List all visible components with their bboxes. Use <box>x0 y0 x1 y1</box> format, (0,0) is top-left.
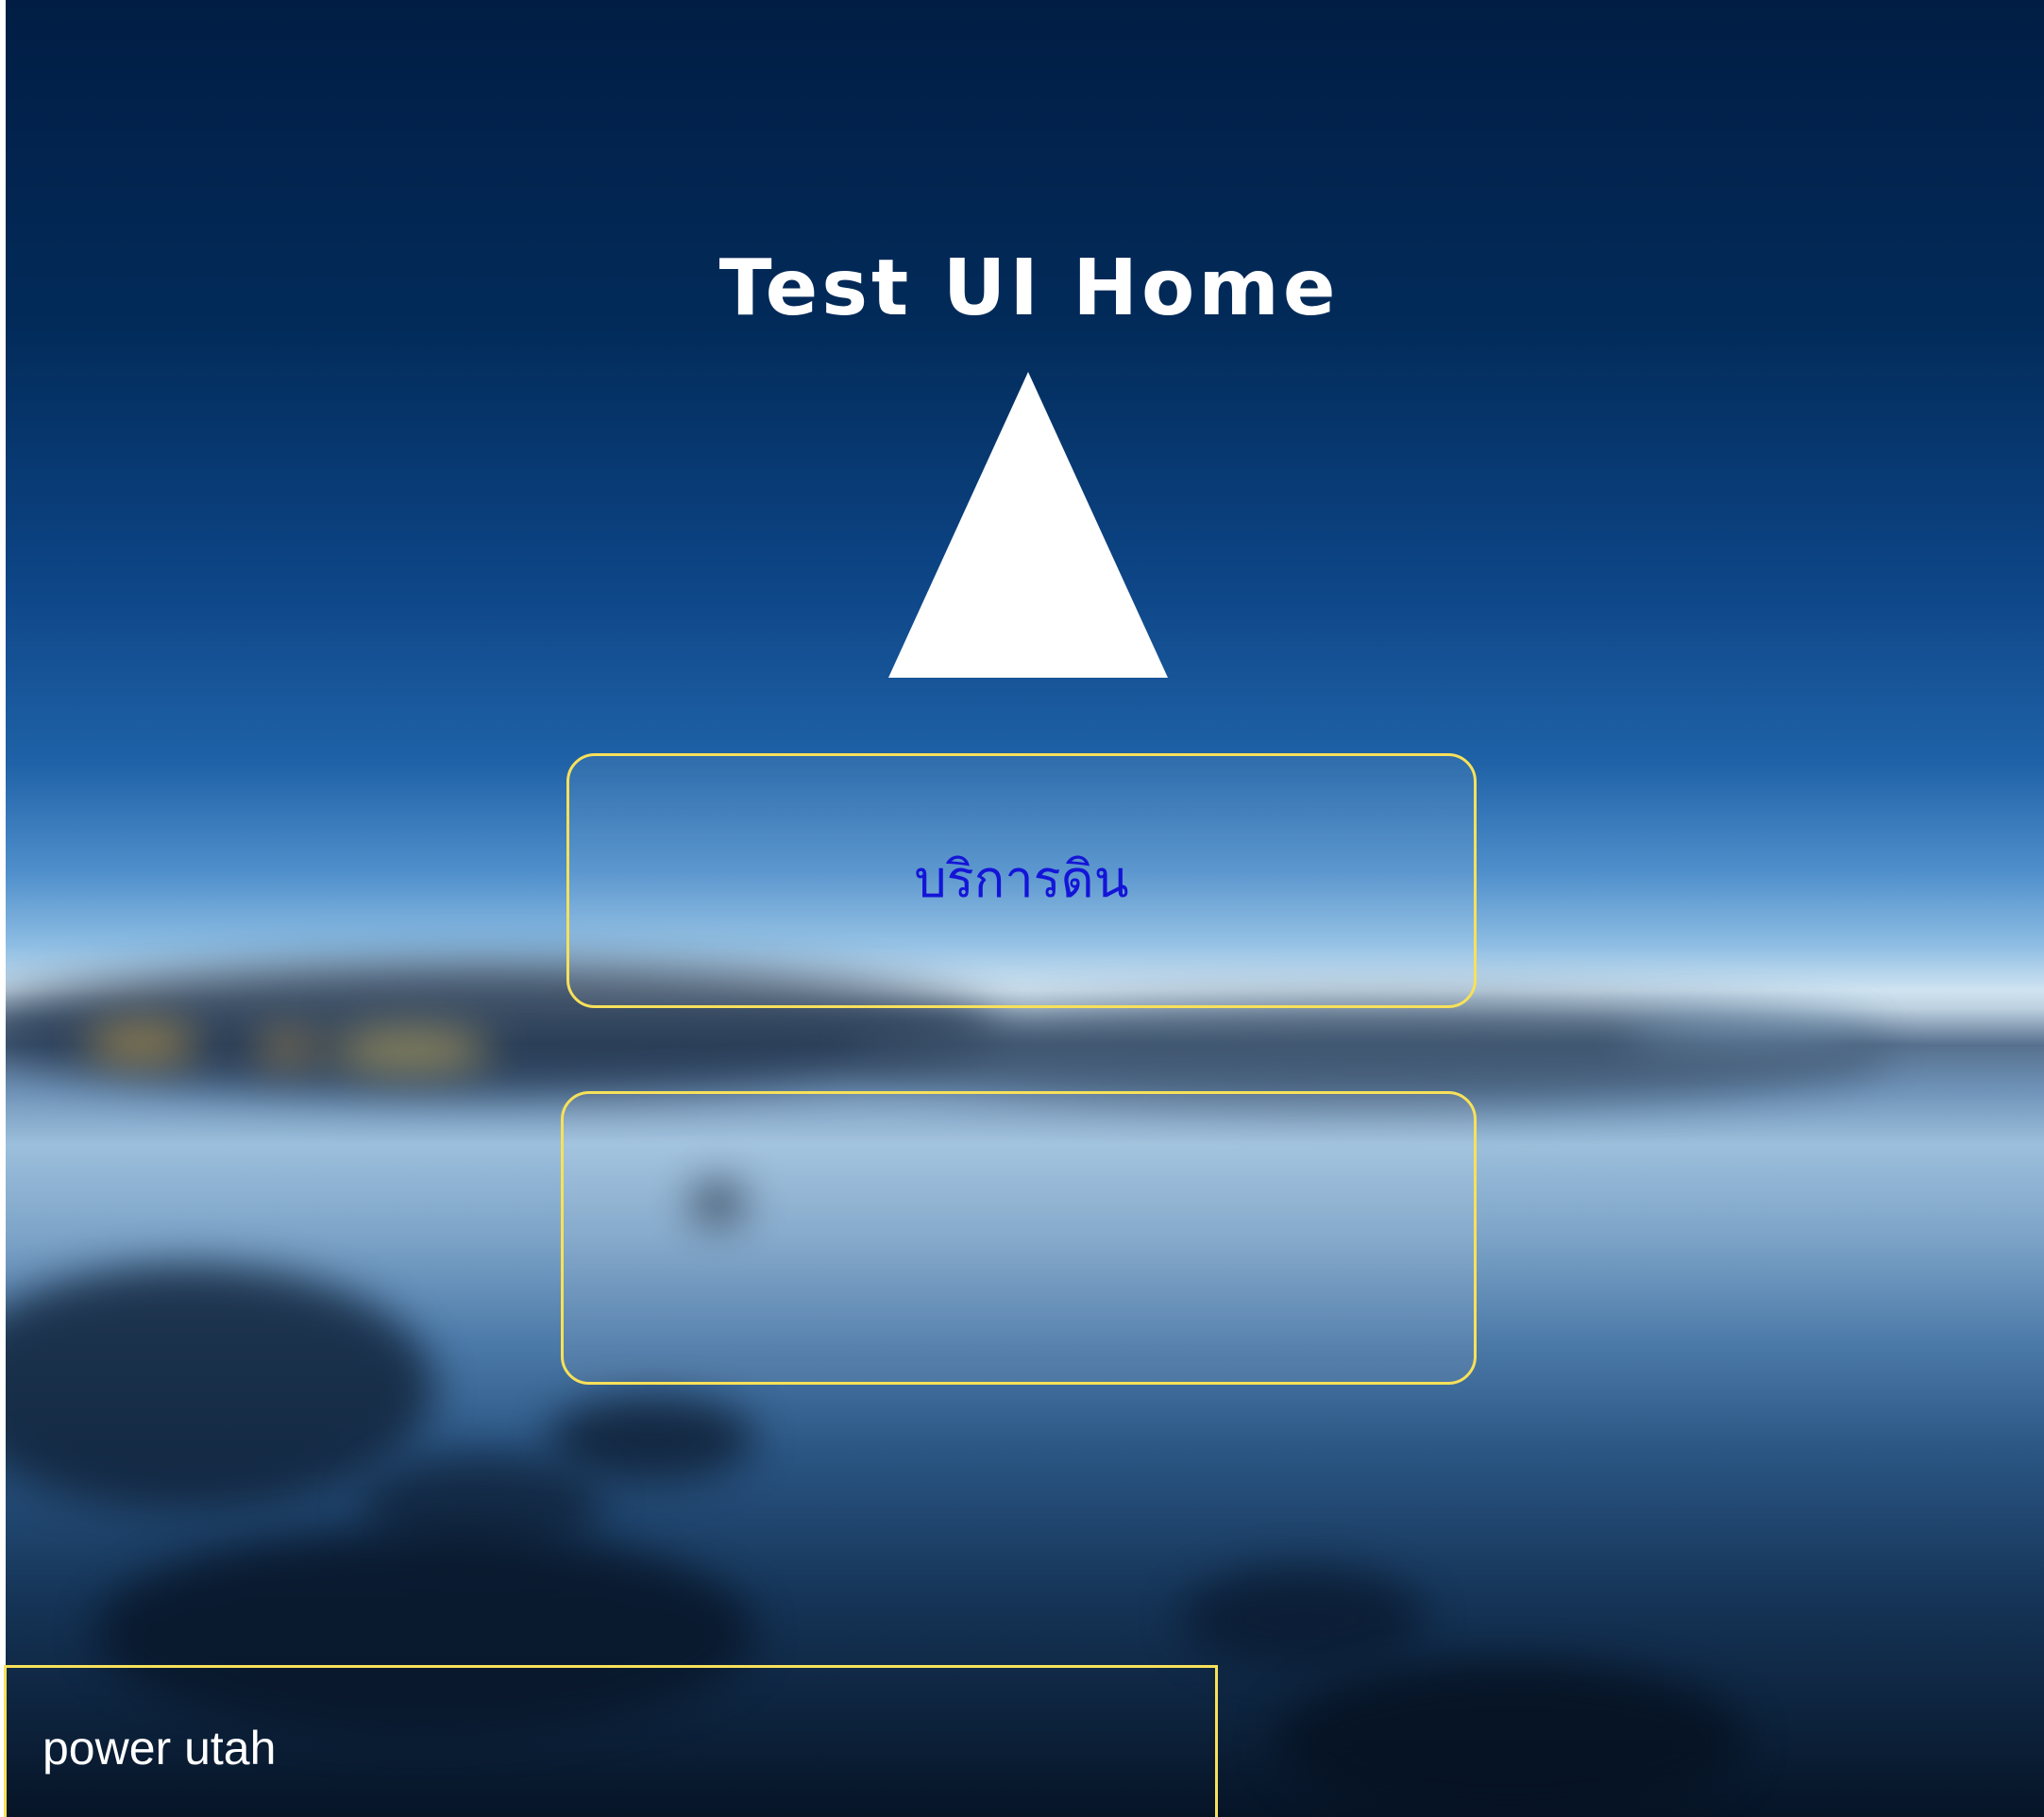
city-light <box>85 1024 198 1062</box>
sky-glow <box>1624 1018 1869 1044</box>
rocks-bottom-right <box>1275 1661 1747 1817</box>
footer-status-bar: power utah <box>4 1665 1218 1817</box>
shoreline-right <box>850 1001 1888 1104</box>
menu-button-empty[interactable] <box>561 1091 1477 1385</box>
menu-button-soil-service[interactable]: บริการดิน <box>566 753 1477 1008</box>
menu-button-label: บริการดิน <box>914 850 1129 909</box>
rock <box>1180 1567 1426 1671</box>
city-light <box>330 1029 491 1071</box>
rocks-left <box>0 1265 434 1510</box>
status-text: power utah <box>42 1722 277 1775</box>
page-title: Test UI Home <box>718 244 1340 333</box>
rock <box>548 1397 755 1482</box>
triangle-logo-icon <box>888 372 1168 678</box>
city-light <box>255 1034 321 1062</box>
